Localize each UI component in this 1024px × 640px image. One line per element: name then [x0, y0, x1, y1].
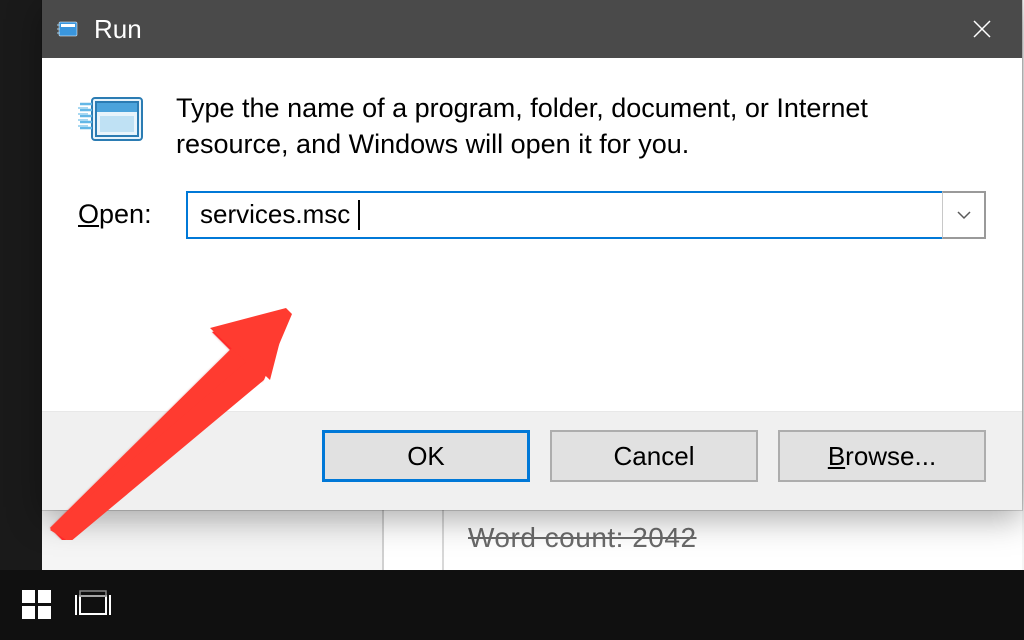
titlebar[interactable]: Run — [42, 0, 1022, 58]
task-view-icon — [72, 588, 114, 622]
taskbar[interactable] — [0, 570, 1024, 640]
combobox-dropdown-button[interactable] — [942, 191, 986, 239]
button-row: OK Cancel Browse... — [42, 411, 1022, 510]
run-large-icon — [78, 90, 148, 150]
left-desktop-strip — [0, 0, 42, 570]
dialog-body: Type the name of a program, folder, docu… — [42, 58, 1022, 411]
close-button[interactable] — [942, 0, 1022, 58]
start-button[interactable] — [20, 588, 54, 622]
close-icon — [971, 18, 993, 40]
open-combobox[interactable] — [186, 191, 986, 239]
windows-start-icon — [20, 588, 54, 622]
run-title-icon — [56, 19, 80, 39]
titlebar-title: Run — [94, 14, 942, 45]
task-view-button[interactable] — [72, 588, 114, 622]
dialog-description: Type the name of a program, folder, docu… — [176, 90, 986, 163]
background-word-count: Word count: 2042 — [468, 522, 697, 554]
ok-button[interactable]: OK — [322, 430, 530, 482]
browse-button[interactable]: Browse... — [778, 430, 986, 482]
open-input[interactable] — [188, 199, 984, 230]
cancel-button[interactable]: Cancel — [550, 430, 758, 482]
chevron-down-icon — [956, 210, 972, 220]
open-label: Open: — [78, 199, 164, 230]
run-dialog: Run Type the name of a program, folder, … — [42, 0, 1022, 510]
text-cursor — [358, 200, 360, 230]
